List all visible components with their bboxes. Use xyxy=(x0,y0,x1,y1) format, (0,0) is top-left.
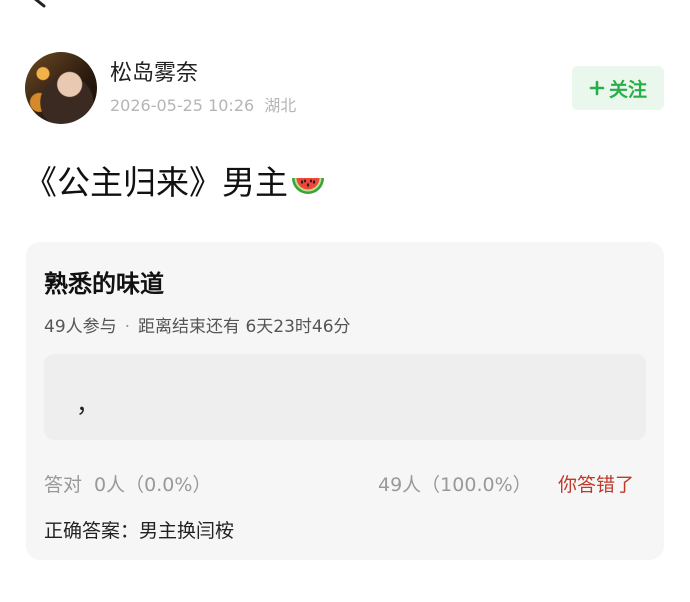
username[interactable]: 松岛雾奈 xyxy=(110,60,198,88)
poll-meta: 49人参与 · 距离结束还有 6天23时46分 xyxy=(44,312,351,337)
poll-card: 熟悉的味道 49人参与 · 距离结束还有 6天23时46分 ， 答对 0人（0.0%）… xyxy=(26,242,664,560)
follow-label: 关注 xyxy=(608,78,647,101)
result-text: 你答错了 xyxy=(558,474,635,496)
chevron-left-icon xyxy=(34,0,46,8)
post-location: 湖北 xyxy=(264,96,297,115)
back-button[interactable] xyxy=(30,0,54,10)
poll-option-text: ， xyxy=(76,390,100,418)
poll-title: 熟悉的味道 xyxy=(44,270,164,298)
poll-participants: 49人参与 xyxy=(44,317,117,337)
meta-separator: · xyxy=(124,317,131,337)
post-title-text: 《公主归来》男主 xyxy=(24,163,288,202)
correct-answer: 正确答案：男主换闫桉 xyxy=(44,520,235,542)
watermelon-icon xyxy=(290,168,326,198)
correct-count: 0人（0.0%） xyxy=(94,474,212,496)
post-meta: 2026-05-25 10:26 湖北 xyxy=(110,96,296,116)
avatar[interactable] xyxy=(25,52,97,124)
post-title: 《公主归来》男主 xyxy=(24,162,326,204)
wrong-count: 49人（100.0%） xyxy=(378,474,532,496)
poll-option[interactable]: ， xyxy=(44,354,646,440)
follow-button[interactable]: 关注 xyxy=(572,66,664,110)
plus-icon xyxy=(589,80,605,96)
correct-stats: 答对 0人（0.0%） xyxy=(44,470,211,497)
correct-label: 答对 xyxy=(44,474,83,496)
poll-deadline: 距离结束还有 6天23时46分 xyxy=(138,317,351,337)
post-timestamp: 2026-05-25 10:26 xyxy=(110,96,255,115)
